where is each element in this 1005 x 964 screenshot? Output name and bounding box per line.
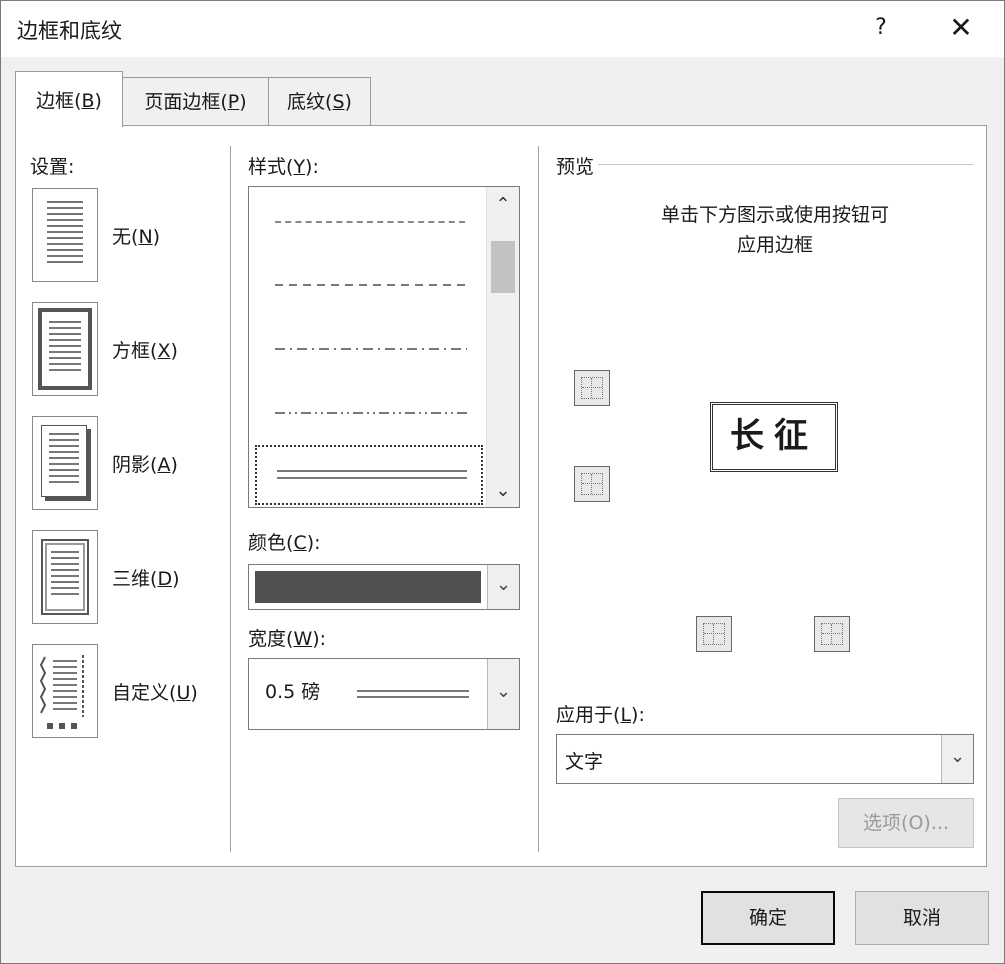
setting-shadow-key: A — [157, 454, 171, 476]
setting-shadow-label: 阴影 — [112, 454, 151, 476]
left-border-button[interactable] — [696, 616, 732, 652]
apply-to-chevron-icon[interactable]: ⌄ — [941, 735, 973, 783]
setting-custom-icon[interactable] — [32, 644, 98, 738]
setting-none-icon[interactable] — [32, 188, 98, 282]
color-dropdown-chevron-icon[interactable]: ⌄ — [487, 565, 519, 609]
top-border-button[interactable] — [574, 370, 610, 406]
setting-3d-key: D — [157, 568, 173, 590]
ok-button[interactable]: 确定 — [701, 891, 835, 945]
preview-hint-line1: 单击下方图示或使用按钮可 — [660, 204, 889, 226]
width-dropdown[interactable]: 0.5 磅 ⌄ — [248, 658, 520, 730]
close-icon[interactable]: ✕ — [945, 11, 977, 45]
color-dropdown[interactable]: ⌄ — [248, 564, 520, 610]
preview-heading: 预览 — [556, 156, 595, 178]
style-option-dashed-small[interactable] — [255, 191, 483, 251]
title-bar: 边框和底纹 ? ✕ — [1, 1, 1004, 57]
tab-shading[interactable]: 底纹(S) — [268, 77, 371, 125]
apply-to-value: 文字 — [565, 751, 604, 773]
scroll-up-icon[interactable]: ⌃ — [487, 191, 519, 219]
tab-page-border[interactable]: 页面边框(P) — [122, 77, 269, 125]
borders-and-shading-dialog: 边框和底纹 ? ✕ 边框(B) 页面边框(P) 底纹(S) 设置: 无(N) 方… — [0, 0, 1005, 964]
style-option-double[interactable] — [255, 445, 483, 505]
setting-shadow-option[interactable]: 阴影(A) — [112, 450, 178, 477]
setting-3d-label: 三维 — [112, 568, 151, 590]
divider-left — [230, 146, 231, 852]
preview-hint: 单击下方图示或使用按钮可 应用边框 — [556, 200, 994, 260]
style-option-dash-dot[interactable] — [255, 319, 483, 379]
options-button[interactable]: 选项(O)... — [838, 798, 974, 848]
tab-borders-key: B — [81, 90, 95, 112]
color-heading: 颜色(C): — [248, 532, 321, 554]
setting-none-option[interactable]: 无(N) — [112, 222, 160, 249]
setting-3d-icon[interactable] — [32, 530, 98, 624]
dialog-title: 边框和底纹 — [17, 19, 122, 43]
style-scrollbar[interactable]: ⌃ ⌄ — [486, 187, 519, 507]
setting-custom-label: 自定义 — [112, 682, 170, 704]
tab-borders-label: 边框 — [36, 90, 75, 112]
scroll-thumb[interactable] — [491, 241, 515, 293]
borders-panel: 设置: 无(N) 方框(X) 阴影(A) 三维(D) 自定义(U) 样式(Y):… — [15, 125, 987, 867]
tab-page-border-label: 页面边框 — [144, 91, 221, 113]
preview-hint-line2: 应用边框 — [736, 234, 813, 256]
tab-shading-label: 底纹 — [287, 91, 326, 113]
color-swatch — [255, 571, 481, 603]
right-border-button[interactable] — [814, 616, 850, 652]
width-value: 0.5 磅 — [265, 681, 321, 703]
apply-to-heading: 应用于(L): — [556, 704, 645, 726]
style-heading: 样式(Y): — [248, 156, 319, 178]
width-heading: 宽度(W): — [248, 628, 327, 650]
setting-custom-key: U — [176, 682, 191, 704]
style-listbox[interactable]: ⌃ ⌄ — [248, 186, 520, 508]
scroll-down-icon[interactable]: ⌄ — [487, 477, 519, 505]
preview-separator — [598, 164, 974, 165]
setting-box-icon[interactable] — [32, 302, 98, 396]
setting-none-label: 无 — [112, 226, 132, 248]
preview-sample-text[interactable]: 长征 — [710, 402, 838, 472]
setting-box-option[interactable]: 方框(X) — [112, 336, 178, 363]
tab-page-border-key: P — [227, 91, 240, 113]
setting-heading: 设置: — [30, 156, 75, 178]
apply-to-dropdown[interactable]: 文字 ⌄ — [556, 734, 974, 784]
setting-box-key: X — [157, 340, 171, 362]
style-option-dashed[interactable] — [255, 255, 483, 315]
custom-border-icon — [39, 655, 84, 729]
divider-right — [538, 146, 539, 852]
cancel-button[interactable]: 取消 — [855, 891, 989, 945]
setting-shadow-icon[interactable] — [32, 416, 98, 510]
width-line-sample — [357, 690, 469, 698]
tab-borders[interactable]: 边框(B) — [15, 71, 123, 127]
setting-3d-option[interactable]: 三维(D) — [112, 564, 180, 591]
width-dropdown-chevron-icon[interactable]: ⌄ — [487, 659, 519, 729]
help-icon[interactable]: ? — [867, 13, 895, 43]
bottom-border-button[interactable] — [574, 466, 610, 502]
style-option-dash-dot-dot[interactable] — [255, 383, 483, 443]
setting-box-label: 方框 — [112, 340, 151, 362]
tab-shading-key: S — [332, 91, 345, 113]
setting-custom-option[interactable]: 自定义(U) — [112, 678, 198, 705]
setting-none-key: N — [138, 226, 153, 248]
